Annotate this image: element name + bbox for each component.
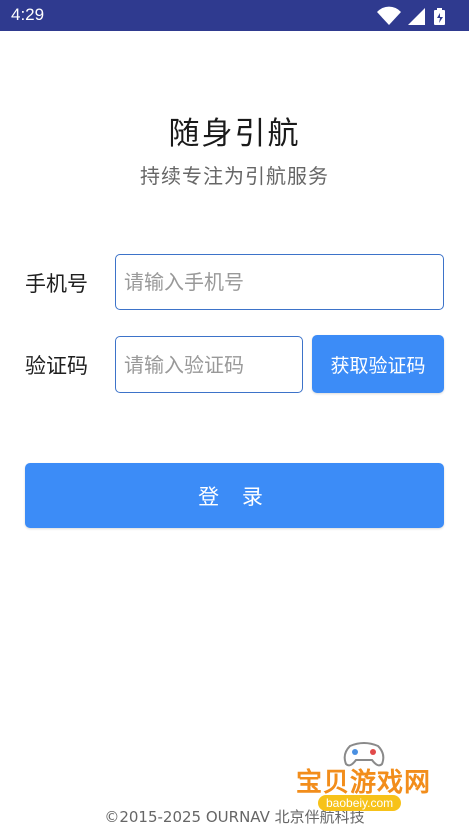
wifi-icon	[377, 6, 401, 26]
page-subtitle: 持续专注为引航服务	[140, 164, 329, 188]
battery-icon	[434, 8, 445, 25]
page-title: 随身引航	[168, 116, 301, 152]
phone-label: 手机号	[25, 272, 88, 296]
watermark-url: baobeiy.com	[318, 795, 402, 811]
status-icons	[377, 6, 445, 26]
watermark: 宝贝游戏网 baobeiy.com	[290, 740, 440, 828]
phone-input[interactable]	[115, 254, 444, 310]
get-code-button[interactable]: 获取验证码	[312, 335, 444, 393]
code-input[interactable]	[115, 336, 303, 393]
code-label: 验证码	[25, 354, 88, 378]
status-time: 4:29	[11, 5, 45, 24]
signal-icon	[408, 8, 425, 25]
login-button[interactable]: 登 录	[25, 463, 444, 528]
watermark-text: 宝贝游戏网	[296, 768, 432, 798]
status-bar: 4:29	[0, 0, 469, 31]
